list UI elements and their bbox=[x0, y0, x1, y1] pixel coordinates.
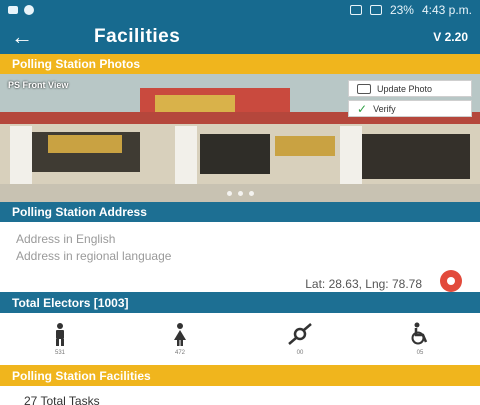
total-tasks: 27 Total Tasks bbox=[24, 394, 100, 405]
signal-icon bbox=[369, 5, 382, 15]
elector-third-gender: 00 bbox=[270, 322, 330, 356]
polling-station-photo[interactable]: PS Front View Update Photo ✓ Verify bbox=[0, 74, 480, 202]
back-arrow-icon[interactable]: ← bbox=[0, 20, 44, 54]
photo-section-header: Polling Station Photos bbox=[0, 54, 480, 74]
elector-male: 531 bbox=[30, 322, 90, 356]
camera-icon bbox=[357, 83, 371, 94]
sim-icon bbox=[349, 5, 362, 15]
photo-label: PS Front View bbox=[8, 80, 69, 90]
photo-pager-dots bbox=[0, 191, 480, 196]
page-title: Facilities bbox=[94, 26, 181, 47]
elector-female: 472 bbox=[150, 322, 210, 356]
male-icon bbox=[56, 323, 64, 346]
notification-icon bbox=[8, 6, 18, 14]
checkmark-icon: ✓ bbox=[357, 101, 368, 116]
map-pin-icon[interactable] bbox=[440, 270, 462, 292]
male-count: 531 bbox=[54, 350, 65, 356]
update-photo-button[interactable]: Update Photo bbox=[348, 80, 472, 97]
female-count: 472 bbox=[174, 350, 185, 356]
address-section: Address in English Address in regional l… bbox=[0, 222, 480, 292]
notification-icon bbox=[24, 5, 34, 15]
address-regional-field[interactable]: Address in regional language bbox=[16, 249, 171, 263]
facilities-section-header: Polling Station Facilities bbox=[0, 365, 480, 386]
address-section-header: Polling Station Address bbox=[0, 202, 480, 222]
electors-header: Total Electors [1003] bbox=[0, 292, 480, 313]
third-gender-icon bbox=[288, 323, 312, 345]
electors-row: 531 472 00 05 bbox=[0, 313, 480, 365]
app-version: V 2.20 bbox=[433, 30, 468, 44]
female-icon bbox=[174, 323, 186, 346]
update-photo-label: Update Photo bbox=[377, 83, 433, 94]
verify-button[interactable]: ✓ Verify bbox=[348, 100, 472, 117]
clock: 4:43 p.m. bbox=[421, 3, 472, 17]
disabled-count: 05 bbox=[416, 350, 424, 356]
status-bar: 23% 4:43 p.m. bbox=[0, 0, 480, 20]
verify-label: Verify bbox=[373, 103, 396, 114]
elector-disabled: 05 bbox=[390, 322, 450, 356]
battery-percentage: 23% bbox=[389, 3, 414, 17]
lat-lng: Lat: 28.63, Lng: 78.78 bbox=[305, 277, 422, 291]
third-gender-count: 00 bbox=[296, 350, 304, 356]
address-english-field[interactable]: Address in English bbox=[16, 232, 115, 246]
wheelchair-icon bbox=[411, 322, 428, 345]
app-bar: ← Facilities V 2.20 bbox=[0, 20, 480, 54]
